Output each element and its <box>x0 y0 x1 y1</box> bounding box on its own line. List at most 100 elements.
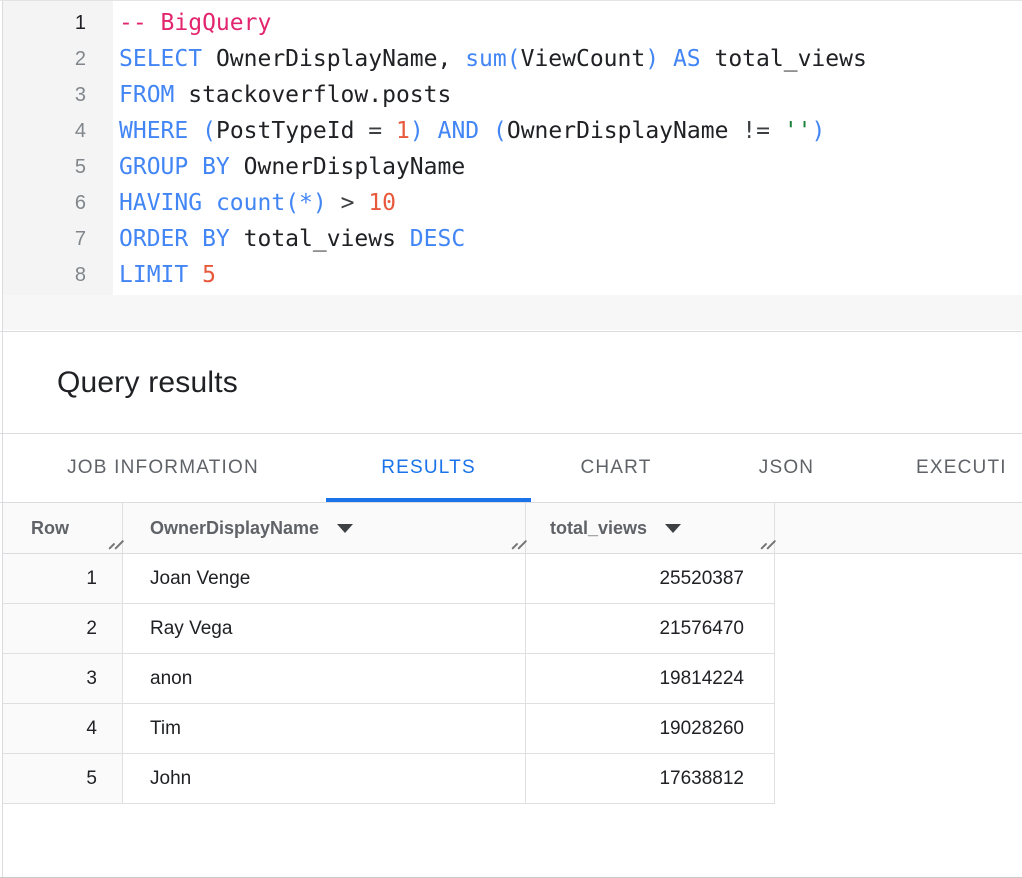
sql-token-kw: ) <box>410 118 424 144</box>
tab-chart[interactable]: CHART <box>531 434 701 502</box>
sql-token-kw: ( <box>493 118 507 144</box>
line-number: 6 <box>3 185 113 221</box>
cell-total-views: 25520387 <box>526 554 775 603</box>
sql-token-pl <box>202 190 216 216</box>
sql-token-kw: AND <box>438 118 480 144</box>
code-line[interactable]: 6HAVING count(*) > 10 <box>0 185 1022 221</box>
column-resize-handle[interactable] <box>104 536 119 550</box>
cell-row-number: 4 <box>3 704 123 753</box>
sql-token-kw: sum( <box>465 46 520 72</box>
sql-token-kw: ORDER BY <box>119 226 230 252</box>
cell-total-views: 19028260 <box>526 704 775 753</box>
sql-token-num: 5 <box>202 262 216 288</box>
sql-token-pl: OwnerDisplayName <box>230 154 465 180</box>
sql-token-kw: count(*) <box>216 190 327 216</box>
cell-row-number: 1 <box>3 554 123 603</box>
line-number: 1 <box>3 5 113 41</box>
code-line[interactable]: 8LIMIT 5 <box>0 257 1022 293</box>
tab-job-information[interactable]: JOB INFORMATION <box>0 434 326 502</box>
line-number: 7 <box>3 221 113 257</box>
sql-token-pl <box>188 118 202 144</box>
tab-json[interactable]: JSON <box>701 434 872 502</box>
table-row: 5John17638812 <box>3 754 775 804</box>
bigquery-results-panel: 1-- BigQuery2SELECT OwnerDisplayName, su… <box>0 0 1022 878</box>
cell-owner-display-name: Tim <box>123 704 526 753</box>
cell-total-views: 17638812 <box>526 754 775 803</box>
cell-row-number: 5 <box>3 754 123 803</box>
sql-editor[interactable]: 1-- BigQuery2SELECT OwnerDisplayName, su… <box>0 1 1022 332</box>
tab-results[interactable]: RESULTS <box>326 434 531 502</box>
cell-row-number: 2 <box>3 604 123 653</box>
cell-owner-display-name: John <box>123 754 526 803</box>
sql-token-kw: SELECT <box>119 46 202 72</box>
line-number: 5 <box>3 149 113 185</box>
sql-token-pl <box>770 118 784 144</box>
sql-token-pl <box>424 118 438 144</box>
code-lines[interactable]: 1-- BigQuery2SELECT OwnerDisplayName, su… <box>0 1 1022 293</box>
sort-dropdown-icon[interactable] <box>665 524 681 533</box>
sql-token-kw: HAVING <box>119 190 202 216</box>
sql-token-op: > <box>341 190 355 216</box>
sql-token-pl <box>382 118 396 144</box>
code-line[interactable]: 2SELECT OwnerDisplayName, sum(ViewCount)… <box>0 41 1022 77</box>
sql-token-kw: ) <box>645 46 659 72</box>
line-number: 8 <box>3 257 113 293</box>
code-line[interactable]: 5GROUP BY OwnerDisplayName <box>0 149 1022 185</box>
column-header-spacer <box>775 503 1022 553</box>
line-number: 2 <box>3 41 113 77</box>
column-header-label: Row <box>31 518 69 539</box>
query-results-title: Query results <box>57 366 238 400</box>
sql-token-kw: WHERE <box>119 118 188 144</box>
table-row: 1Joan Venge25520387 <box>3 554 775 604</box>
results-tabbar: JOB INFORMATIONRESULTSCHARTJSONEXECUTI <box>0 434 1022 503</box>
code-line[interactable]: 4WHERE (PostTypeId = 1) AND (OwnerDispla… <box>0 113 1022 149</box>
sql-token-kw: LIMIT <box>119 262 188 288</box>
sql-token-op: != <box>742 118 770 144</box>
sql-token-pl: total_views <box>701 46 867 72</box>
query-results-header: Query results <box>0 332 1022 434</box>
code-text: FROM stackoverflow.posts <box>113 77 451 113</box>
column-resize-handle[interactable] <box>756 536 771 550</box>
tab-execution-details[interactable]: EXECUTI <box>872 434 1022 502</box>
line-number: 4 <box>3 113 113 149</box>
sql-token-str: '' <box>784 118 812 144</box>
table-row: 2Ray Vega21576470 <box>3 604 775 654</box>
sql-token-pl <box>479 118 493 144</box>
column-resize-handle[interactable] <box>507 536 522 550</box>
code-text: SELECT OwnerDisplayName, sum(ViewCount) … <box>113 41 867 77</box>
column-header-label: OwnerDisplayName <box>150 518 319 539</box>
sql-token-kw: GROUP BY <box>119 154 230 180</box>
column-header-row: Row <box>3 503 123 553</box>
code-line[interactable]: 1-- BigQuery <box>0 5 1022 41</box>
cell-total-views: 21576470 <box>526 604 775 653</box>
results-table-body: 1Joan Venge255203872Ray Vega215764703ano… <box>3 554 775 804</box>
sql-token-op: = <box>368 118 382 144</box>
cell-owner-display-name: Joan Venge <box>123 554 526 603</box>
cell-owner-display-name: Ray Vega <box>123 604 526 653</box>
sql-token-kw: ( <box>202 118 216 144</box>
sql-token-kw: DESC <box>410 226 465 252</box>
cell-owner-display-name: anon <box>123 654 526 703</box>
editor-horizontal-scrollbar[interactable] <box>3 295 1022 330</box>
sql-token-cmt: -- BigQuery <box>119 10 271 36</box>
sql-token-num: 10 <box>368 190 396 216</box>
table-row: 4Tim19028260 <box>3 704 775 754</box>
code-line[interactable]: 7ORDER BY total_views DESC <box>0 221 1022 257</box>
sql-token-pl <box>659 46 673 72</box>
results-table-header: Row OwnerDisplayName total_views <box>3 503 1022 554</box>
code-text: GROUP BY OwnerDisplayName <box>113 149 465 185</box>
code-text: WHERE (PostTypeId = 1) AND (OwnerDisplay… <box>113 113 825 149</box>
sql-token-pl <box>188 262 202 288</box>
line-number: 3 <box>3 77 113 113</box>
column-header-label: total_views <box>550 518 647 539</box>
code-line[interactable]: 3FROM stackoverflow.posts <box>0 77 1022 113</box>
sql-token-pl: PostTypeId <box>216 118 368 144</box>
cell-row-number: 3 <box>3 654 123 703</box>
column-header-total_views: total_views <box>526 503 775 553</box>
column-header-ownerdisplayname: OwnerDisplayName <box>123 503 526 553</box>
code-text: LIMIT 5 <box>113 257 216 293</box>
sql-token-kw: AS <box>673 46 701 72</box>
sort-dropdown-icon[interactable] <box>337 524 353 533</box>
panel-left-border <box>2 1 3 877</box>
table-row: 3anon19814224 <box>3 654 775 704</box>
